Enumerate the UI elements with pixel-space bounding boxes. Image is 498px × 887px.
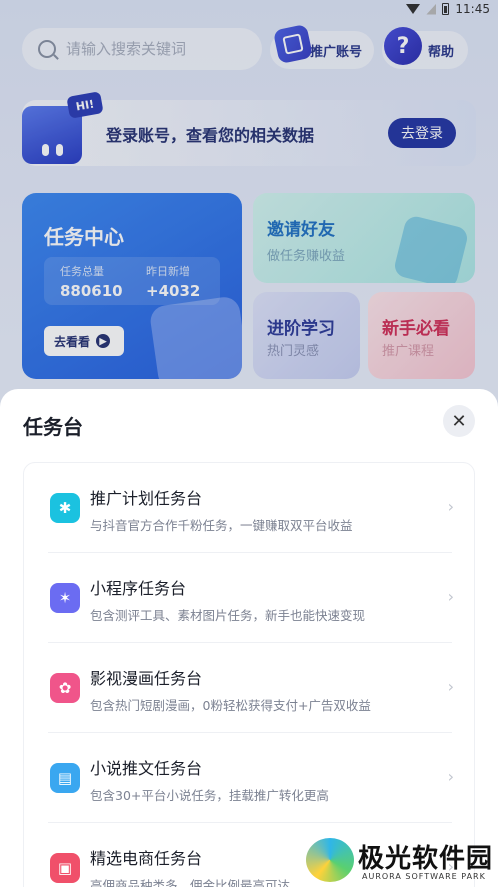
watermark-en: AURORA SOFTWARE PARK bbox=[362, 872, 486, 881]
sparkle-icon: ✱ bbox=[50, 493, 80, 523]
aurora-logo-icon bbox=[306, 838, 354, 882]
list-item[interactable]: ✿ 影视漫画任务台 包含热门短剧漫画，0粉轻松获得支付+广告双收益 › bbox=[24, 643, 476, 733]
item-title: 小程序任务台 bbox=[90, 579, 187, 598]
item-title: 小说推文任务台 bbox=[90, 759, 203, 778]
item-desc: 与抖音官方合作千粉任务，一键赚取双平台收益 bbox=[90, 518, 353, 533]
close-icon: ✕ bbox=[451, 410, 467, 431]
list-item[interactable]: ✶ 小程序任务台 包含测评工具、素材图片任务，新手也能快速变现 › bbox=[24, 553, 476, 643]
item-desc: 高佣商品种类多，佣金比例最高可达 bbox=[90, 878, 291, 887]
item-desc: 包含热门短剧漫画，0粉轻松获得支付+广告双收益 bbox=[90, 698, 371, 713]
watermark-name: 极光软件园 bbox=[358, 844, 494, 874]
chevron-right-icon: › bbox=[447, 767, 454, 786]
item-desc: 包含30+平台小说任务，挂载推广转化更高 bbox=[90, 788, 329, 803]
close-button[interactable]: ✕ bbox=[443, 405, 475, 437]
item-title: 影视漫画任务台 bbox=[90, 669, 203, 688]
miniapp-icon: ✶ bbox=[50, 583, 80, 613]
task-sheet: 任务台 ✕ ✱ 推广计划任务台 与抖音官方合作千粉任务，一键赚取双平台收益 › … bbox=[0, 389, 498, 887]
chevron-right-icon: › bbox=[447, 497, 454, 516]
sheet-title: 任务台 bbox=[23, 415, 83, 439]
book-icon: ▤ bbox=[50, 763, 80, 793]
list-item[interactable]: ▤ 小说推文任务台 包含30+平台小说任务，挂载推广转化更高 › bbox=[24, 733, 476, 823]
list-item[interactable]: ✱ 推广计划任务台 与抖音官方合作千粉任务，一键赚取双平台收益 › bbox=[24, 463, 476, 553]
item-title: 精选电商任务台 bbox=[90, 849, 203, 868]
chevron-right-icon: › bbox=[447, 587, 454, 606]
task-list: ✱ 推广计划任务台 与抖音官方合作千粉任务，一键赚取双平台收益 › ✶ 小程序任… bbox=[23, 462, 475, 887]
item-title: 推广计划任务台 bbox=[90, 489, 203, 508]
shopping-bag-icon: ▣ bbox=[50, 853, 80, 883]
watermark: 极光软件园 AURORA SOFTWARE PARK bbox=[306, 836, 496, 886]
item-desc: 包含测评工具、素材图片任务，新手也能快速变现 bbox=[90, 608, 366, 623]
chevron-right-icon: › bbox=[447, 677, 454, 696]
film-reel-icon: ✿ bbox=[50, 673, 80, 703]
